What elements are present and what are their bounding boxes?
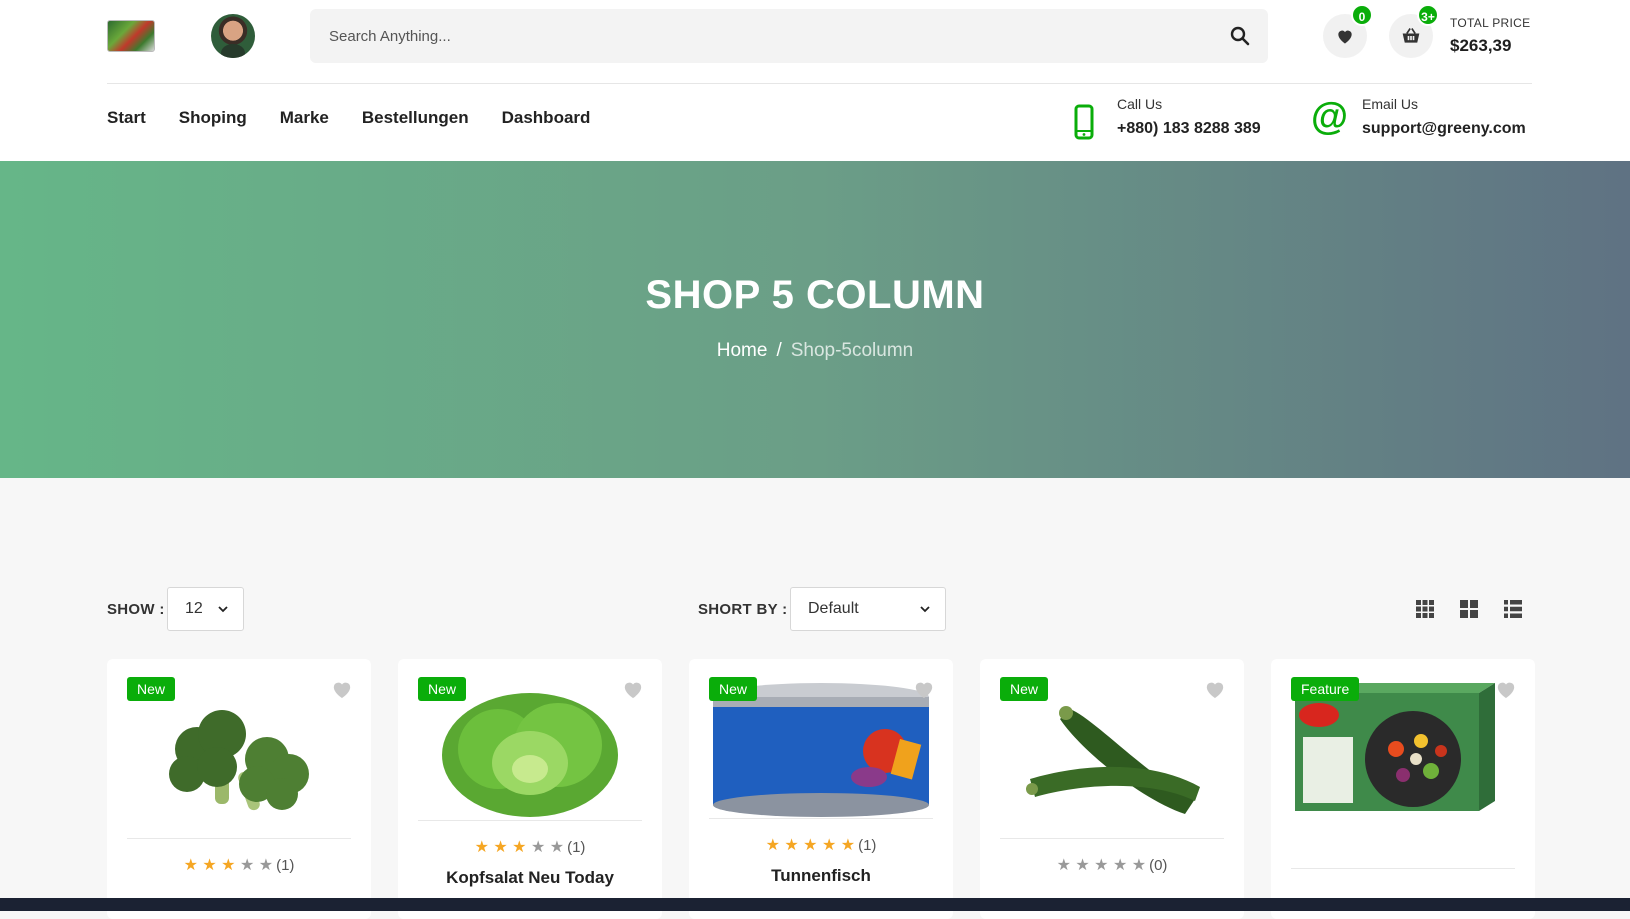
grid-2-icon[interactable] [1460,600,1478,618]
product-rating: ★ ★ ★ ★ ★ (1) [183,857,295,874]
wishlist-heart-icon[interactable] [331,679,353,699]
product-image[interactable] [127,679,351,839]
email-us: Email Us support@greeny.com [1362,96,1526,138]
call-us: Call Us +880) 183 8288 389 [1117,96,1261,138]
grid-3-icon[interactable] [1416,600,1434,618]
view-switcher [1416,600,1522,618]
total-price-value: $263,39 [1450,36,1512,55]
shop-toolbar: SHOW : 12 SHORT BY : Default [107,587,1532,631]
phone-icon [1074,104,1094,140]
product-tag: Feature [1291,677,1360,701]
sort-value: Default [808,600,859,617]
wishlist-heart-icon[interactable] [622,679,644,699]
frozen-vegetables-box-image [1295,683,1495,811]
sort-select[interactable]: Default [790,587,946,631]
breadcrumb-separator: / [776,340,782,361]
heart-icon [1338,30,1352,44]
product-rating: ★ ★ ★ ★ ★ (1) [474,839,586,856]
cart-button[interactable]: 3+ [1389,4,1439,58]
search-input[interactable] [310,9,1268,63]
product-tag: New [1000,677,1049,701]
product-rating: ★ ★ ★ ★ ★ (1) [765,837,877,854]
email-us-label: Email Us [1362,96,1419,112]
page-title: SHOP 5 COLUMN [645,273,985,317]
nav-item-dashboard[interactable]: Dashboard [502,108,591,128]
product-tag: New [127,677,176,701]
search-icon[interactable] [1230,26,1250,46]
product-name[interactable]: Tunnenfisch [689,866,953,886]
product-image[interactable] [1291,679,1515,869]
user-avatar[interactable] [211,14,255,58]
site-logo[interactable] [107,20,155,52]
product-tag: New [709,677,758,701]
show-count-select[interactable]: 12 [167,587,244,631]
cart-count-badge: 3+ [1417,4,1439,26]
basket-icon [1402,28,1420,43]
sort-label: SHORT BY : [698,601,788,618]
show-count-value: 12 [185,600,203,617]
email-us-address[interactable]: support@greeny.com [1362,120,1526,138]
product-card[interactable]: New ★ ★ ★ ★ ★ (1) Tunnenfisch [689,659,953,919]
product-card[interactable]: New ★ ★ ★ ★ ★ (0) [980,659,1244,919]
header-top-row: 0 3+ TOTAL PRICE $263,39 [107,0,1532,84]
nav-item-bestellungen[interactable]: Bestellungen [362,108,469,128]
wishlist-heart-icon[interactable] [913,679,935,699]
breadcrumb-home[interactable]: Home [717,340,768,361]
wishlist-heart-icon[interactable] [1495,679,1517,699]
main-nav: Start Shoping Marke Bestellungen Dashboa… [107,108,590,128]
breadcrumb-current: Shop-5column [790,340,914,361]
product-image[interactable] [1000,679,1224,839]
total-price-label: TOTAL PRICE [1450,16,1531,30]
zucchini-image [1026,706,1200,814]
product-grid: New ★ ★ ★ ★ ★(1) New ★ ★ ★ ★ ★(1) Kopf [107,659,1535,919]
rating-count: (1) [276,857,295,874]
product-rating: ★ ★ ★ ★ ★ (0) [1056,857,1168,874]
nav-item-start[interactable]: Start [107,108,146,128]
rating-count: (1) [567,839,586,856]
os-taskbar [0,898,1630,911]
product-name[interactable]: Kopfsalat Neu Today [398,868,662,888]
wishlist-heart-icon[interactable] [1204,679,1226,699]
page-banner: SHOP 5 COLUMN Home / Shop-5column [0,161,1630,478]
product-card[interactable]: New ★ ★ ★ ★ ★ (1) Kopfsalat Neu Today [398,659,662,919]
nav-item-shoping[interactable]: Shoping [179,108,247,128]
list-view-icon[interactable] [1504,600,1522,618]
call-us-number[interactable]: +880) 183 8288 389 [1117,120,1261,138]
product-card[interactable]: Feature [1271,659,1535,919]
nav-item-marke[interactable]: Marke [280,108,329,128]
cart-total: TOTAL PRICE $263,39 [1450,16,1530,56]
wishlist-button[interactable]: 0 [1323,4,1373,58]
breadcrumb: Home / Shop-5column [0,340,1630,362]
call-us-label: Call Us [1117,96,1163,112]
product-card[interactable]: New ★ ★ ★ ★ ★ (1) [107,659,371,919]
chevron-down-icon [218,606,228,613]
at-sign-icon: @ [1311,96,1349,138]
show-label: SHOW : [107,601,165,618]
wishlist-count-badge: 0 [1351,4,1373,26]
broccoli-image [169,710,309,811]
search-bar [310,9,1268,63]
chevron-down-icon [920,606,930,613]
rating-count: (1) [858,837,877,854]
product-tag: New [418,677,467,701]
site-header: 0 3+ TOTAL PRICE $263,39 Start Shoping M… [0,0,1630,161]
rating-count: (0) [1149,857,1168,874]
